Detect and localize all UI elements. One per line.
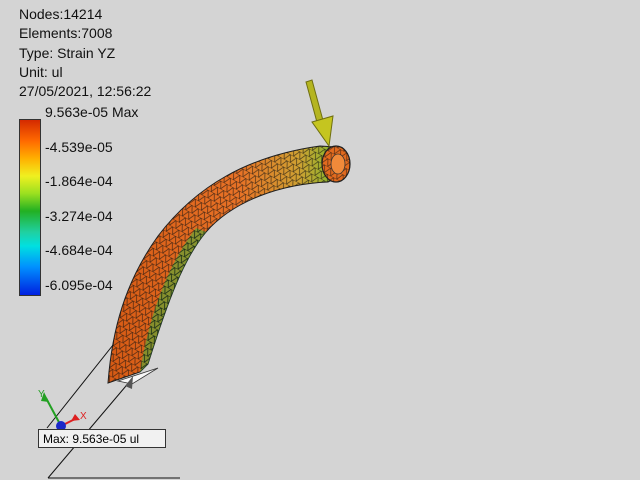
legend-label-2: -1.864e-04 [45, 173, 113, 189]
nodes-count: Nodes:14214 [19, 6, 103, 22]
result-timestamp: 27/05/2021, 12:56:22 [19, 83, 152, 100]
tube-model [107, 145, 351, 385]
result-type: Type: Strain YZ [19, 44, 116, 61]
elements-count: Elements:7008 [19, 25, 113, 42]
color-legend-bar [19, 119, 41, 296]
legend-label-4: -4.684e-04 [45, 242, 113, 258]
legend-label-min: -6.095e-04 [45, 277, 113, 293]
load-arrow-icon [305, 79, 334, 148]
axis-y-label: Y [38, 389, 45, 400]
max-probe-label[interactable]: Max: 9.563e-05 ul [38, 429, 166, 448]
legend-label-max: 9.563e-05 Max [45, 104, 139, 120]
axis-x-label: X [80, 411, 87, 422]
result-unit: Unit: ul [19, 63, 63, 80]
result-info-panel: Nodes:14214 Elements:7008 Type: Strain Y… [19, 5, 151, 101]
legend-label-1: -4.539e-05 [45, 139, 113, 155]
legend-label-3: -3.274e-04 [45, 208, 113, 224]
